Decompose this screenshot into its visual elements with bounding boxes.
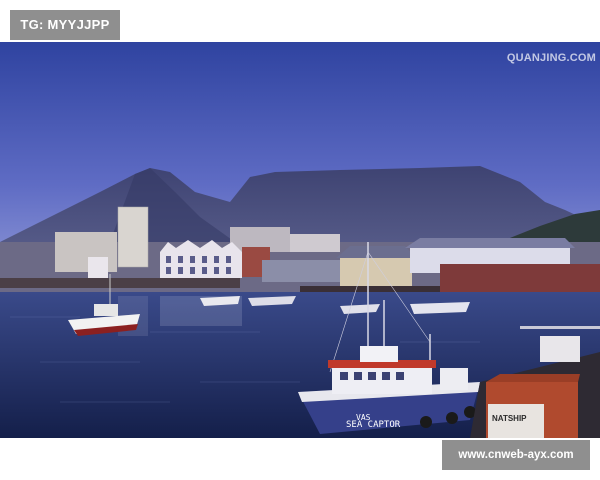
- skyline-block: [290, 234, 340, 252]
- quay-left: [0, 278, 240, 288]
- tyre-fender: [446, 412, 458, 424]
- dock-railing: [520, 326, 600, 329]
- red-sheds-right: [440, 264, 600, 294]
- url-badge: www.cnweb-ayx.com: [442, 440, 590, 470]
- stock-watermark: QUANJING.COM: [506, 52, 596, 64]
- tag-badge: TG: MYYJJPP: [10, 10, 120, 40]
- trawler-bridge: [360, 346, 398, 362]
- crate-label: NATSHIP: [492, 414, 527, 423]
- grey-roof-building: [262, 260, 342, 282]
- left-white-house: [88, 257, 108, 279]
- harbor-illustration: [0, 42, 600, 438]
- tower-building: [118, 207, 148, 267]
- right-small-boat: [540, 336, 580, 362]
- harbor-photo: QUANJING.COM VAS SEA CAPTOR NATSHIP: [0, 42, 600, 438]
- hull-name-bottom: SEA CAPTOR: [346, 420, 401, 430]
- tyre-fender: [420, 416, 432, 428]
